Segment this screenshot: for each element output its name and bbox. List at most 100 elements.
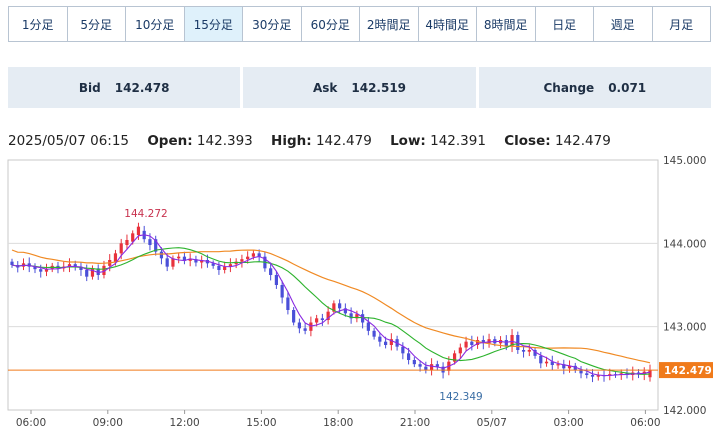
- close-value: 142.479: [554, 133, 611, 149]
- x-tick-label: 09:00: [93, 417, 123, 429]
- change-value: 0.071: [608, 80, 647, 95]
- x-tick-label: 21:00: [400, 417, 430, 429]
- candle-body: [585, 373, 589, 375]
- candle-body: [90, 268, 95, 277]
- y-tick-label: 142.000: [663, 405, 706, 417]
- candle-body: [303, 328, 307, 331]
- ask-value: 142.519: [351, 80, 407, 95]
- tab-timeframe[interactable]: 30分足: [243, 7, 302, 41]
- candle-body: [165, 258, 169, 267]
- candle-body: [246, 256, 250, 260]
- high-value: 142.479: [315, 133, 372, 149]
- open-value: 142.393: [196, 133, 253, 149]
- tab-timeframe[interactable]: 60分足: [302, 7, 360, 41]
- ohlc-datetime: 2025/05/07 06:15: [8, 133, 130, 149]
- x-tick-label: 18:00: [323, 417, 353, 429]
- candle-body: [406, 353, 411, 360]
- tab-timeframe[interactable]: 10分足: [126, 7, 185, 41]
- candle-body: [521, 350, 526, 352]
- candle-body: [177, 256, 181, 259]
- change-label: Change: [543, 80, 595, 95]
- candle-body: [429, 364, 434, 370]
- candle-body: [338, 303, 342, 309]
- candle-body: [487, 339, 491, 344]
- plot-frame: [7, 159, 659, 411]
- candle-body: [136, 226, 141, 235]
- y-tick-label: 143.000: [663, 322, 706, 334]
- tab-timeframe[interactable]: 15分足: [184, 7, 243, 41]
- close-label: Close:: [504, 133, 551, 149]
- candle-body: [113, 253, 118, 262]
- candle-body: [378, 336, 382, 342]
- candle-body: [10, 261, 14, 265]
- candle-body: [424, 366, 428, 370]
- x-tick-label: 12:00: [169, 417, 199, 429]
- tab-timeframe[interactable]: 日足: [536, 7, 594, 41]
- candle-body: [280, 285, 284, 298]
- candle-body: [470, 341, 474, 345]
- candle-body: [274, 275, 278, 285]
- candle-body: [590, 375, 595, 377]
- candle-body: [539, 355, 543, 364]
- quote-bar: Bid 142.478 Ask 142.519 Change 0.071: [8, 67, 711, 108]
- y-tick-label: 144.000: [663, 238, 706, 250]
- bid-box: Bid 142.478: [8, 67, 241, 108]
- candle-body: [464, 341, 468, 348]
- candle-body: [320, 318, 324, 320]
- candle-body: [309, 322, 313, 331]
- x-tick-label: 03:00: [553, 417, 583, 429]
- high-label: High:: [271, 133, 312, 149]
- candle-body: [372, 330, 376, 337]
- tab-timeframe[interactable]: 月足: [653, 7, 711, 41]
- candle-body: [240, 259, 244, 262]
- candle-body: [125, 240, 129, 245]
- candle-body: [458, 347, 462, 354]
- bid-value: 142.478: [114, 80, 170, 95]
- candle-body: [556, 364, 560, 366]
- tab-timeframe[interactable]: 週足: [594, 7, 653, 41]
- y-tick-label: 145.000: [663, 155, 706, 167]
- candle-body: [119, 243, 123, 254]
- price-chart[interactable]: 145.000144.000143.000142.00006:00 09:00 12…: [0, 152, 720, 438]
- candle-body: [418, 364, 422, 367]
- open-label: Open:: [147, 133, 193, 149]
- low-annotation: 142.349: [439, 391, 482, 403]
- ask-box: Ask 142.519: [243, 67, 476, 108]
- candle-body: [39, 269, 43, 272]
- candle-body: [297, 322, 301, 329]
- low-value: 142.391: [430, 133, 486, 149]
- x-tick-label: 06:00: [16, 417, 46, 429]
- candle-body: [251, 253, 256, 257]
- tab-timeframe[interactable]: 4時間足: [419, 7, 477, 41]
- x-tick-label: 06:00: [630, 417, 660, 429]
- candle-body: [366, 322, 370, 331]
- x-tick-label: 15:00: [246, 417, 276, 429]
- candle-body: [401, 346, 405, 354]
- bid-label: Bid: [78, 80, 101, 95]
- candle-body: [315, 318, 319, 323]
- tab-timeframe[interactable]: 8時間足: [477, 7, 536, 41]
- tab-timeframe[interactable]: 2時間足: [360, 7, 419, 41]
- candle-body: [412, 360, 416, 365]
- candle-body: [159, 251, 164, 259]
- candle-body: [544, 361, 549, 364]
- x-tick-label: 05/07: [477, 417, 507, 429]
- candle-body: [148, 239, 152, 245]
- candle-body: [269, 268, 273, 275]
- low-label: Low:: [390, 133, 426, 149]
- candle-body: [384, 341, 388, 345]
- high-annotation: 144.272: [124, 208, 167, 220]
- ohlc-readout: 2025/05/07 06:15 Open: 142.393 High: 142…: [8, 133, 611, 149]
- candle-body: [217, 265, 221, 270]
- candle-body: [85, 270, 89, 277]
- current-price-label: 142.479: [664, 365, 712, 377]
- candle-body: [527, 350, 531, 352]
- candle-body: [292, 310, 296, 323]
- tab-timeframe[interactable]: 5分足: [68, 7, 126, 41]
- change-box: Change 0.071: [478, 67, 711, 108]
- ask-label: Ask: [312, 80, 338, 95]
- candle-body: [286, 297, 290, 310]
- tab-timeframe[interactable]: 1分足: [9, 7, 68, 41]
- candle-body: [223, 266, 227, 270]
- timeframe-tabs: 1分足 5分足 10分足 15分足 30分足 60分足 2時間足 4時間足 8時間足 日足 週足 月足: [8, 6, 711, 42]
